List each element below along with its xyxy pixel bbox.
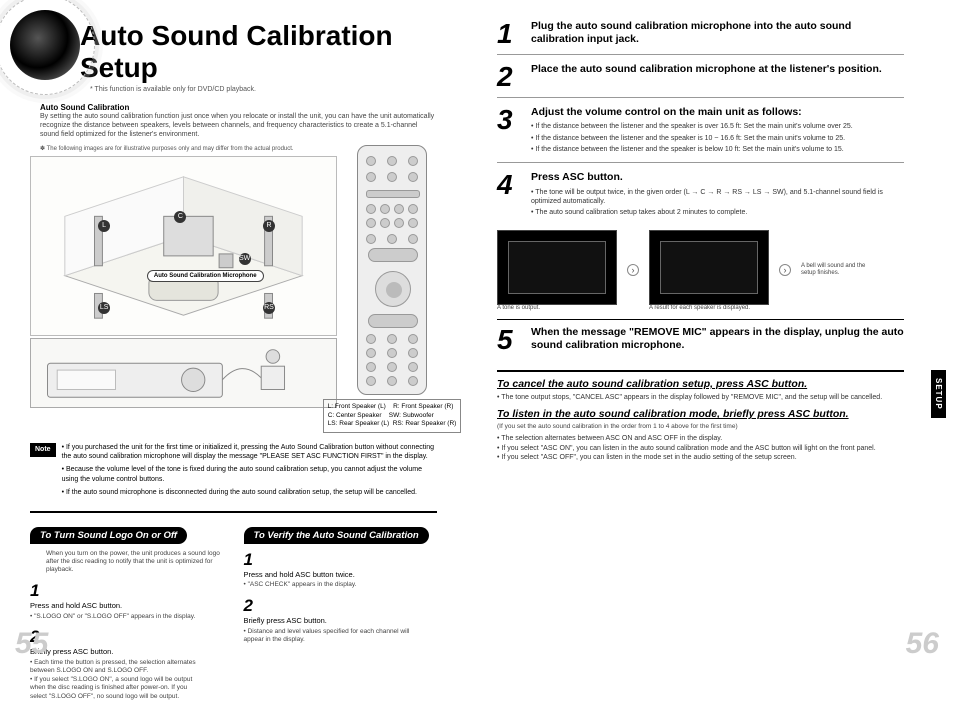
key-ls: LS: Rear Speaker (L) [328,420,389,427]
speaker-key-legend: L: Front Speaker (L) R: Front Speaker (R… [323,399,462,432]
screen-2 [649,230,769,305]
verify-heading: To Verify the Auto Sound Calibration [244,527,429,544]
rstep-5: When the message "REMOVE MIC" appears in… [531,326,904,354]
rstep-2: Place the auto sound calibration microph… [531,63,904,91]
key-l: L: Front Speaker (L) [328,403,386,410]
slogo-step2: Briefly press ASC button. [30,647,204,657]
verify-step2: Briefly press ASC button. [244,616,418,626]
left-page: Auto Sound Calibration Setup * This func… [0,0,467,666]
listen-heading: To listen in the auto sound calibration … [497,408,904,420]
speaker-tag-sw: SW [239,253,251,265]
slogo-step1: Press and hold ASC button. [30,601,204,611]
illustrative-note: ✽ The following images are for illustrat… [40,145,337,152]
sound-logo-heading: To Turn Sound Logo On or Off [30,527,187,544]
key-c: C: Center Speaker [328,412,382,419]
speaker-tag-c: C [174,211,186,223]
rstep-5-num: 5 [497,326,523,354]
arrow-right-icon-2: › [779,264,791,276]
component-diagram [30,338,337,408]
rstep-3-num: 3 [497,106,523,156]
slogo-step2-sub1: • Each time the button is pressed, the s… [30,659,204,676]
speaker-tag-r: R [263,220,275,232]
asc-heading: Auto Sound Calibration [40,103,437,112]
remote-control-illustration [357,145,427,395]
verify-step1-sub: • "ASC CHECK" appears in the display. [244,581,418,589]
screen-1-caption: A tone is output. [497,305,617,311]
verify-step-1-num: 1 [244,550,260,570]
rstep-4-title: Press ASC button. [531,171,904,184]
rstep-1-num: 1 [497,20,523,48]
speaker-decoration [10,10,80,80]
rstep-3-b1: • If the distance between the listener a… [531,122,904,131]
page-number-right: 56 [906,627,939,661]
page-number-left: 55 [15,627,48,661]
listen-subnote: (If you set the auto sound calibration i… [497,423,904,430]
rstep-4-b2: • The auto sound calibration setup takes… [531,208,904,217]
note-1: • If you purchased the unit for the firs… [62,443,437,463]
slogo-step2-sub2: • If you select "S.LOGO ON", a sound log… [30,676,204,701]
section-tab: SETUP [931,370,946,418]
screen-2-caption: A result for each speaker is displayed. [649,305,769,311]
sound-logo-intro: When you turn on the power, the unit pro… [30,550,224,575]
screen-1 [497,230,617,305]
rstep-3-b2: • If the distance between the listener a… [531,134,904,143]
unit-illustration [31,339,336,407]
rstep-4-b1: • The tone will be output twice, in the … [531,188,904,207]
step-1-num: 1 [30,581,46,601]
page-subtitle: * This function is available only for DV… [90,86,437,93]
mic-label-callout: Auto Sound Calibration Microphone [147,270,264,282]
speaker-tag-ls: LS [98,302,110,314]
room-diagram: L R C SW LS RS Auto Sound Calibration Mi… [30,156,337,336]
slogo-step1-sub: • "S.LOGO ON" or "S.LOGO OFF" appears in… [30,613,204,621]
listen-b2: • If you select "ASC ON", you can listen… [497,444,904,453]
key-r: R: Front Speaker (R) [393,403,453,410]
rstep-1: Plug the auto sound calibration micropho… [531,20,904,48]
rstep-4-num: 4 [497,171,523,219]
verify-step-2-num: 2 [244,596,260,616]
divider [497,370,904,372]
rstep-2-num: 2 [497,63,523,91]
speaker-tag-rs: RS [263,302,275,314]
screen-previews: A tone is output. › A result for each sp… [497,230,904,311]
key-rs: RS: Rear Speaker (R) [393,420,457,427]
note-badge: Note [30,443,56,457]
note-bullets: • If you purchased the unit for the firs… [62,443,437,501]
key-sw: SW: Subwoofer [389,412,434,419]
arrow-right-icon: › [627,264,639,276]
divider [30,511,437,513]
cancel-heading: To cancel the auto sound calibration set… [497,378,904,390]
verify-step2-sub: • Distance and level values specified fo… [244,628,418,645]
room-illustration [31,157,336,335]
listen-b1: • The selection alternates between ASC O… [497,434,904,443]
verify-step1: Press and hold ASC button twice. [244,570,418,580]
asc-description: By setting the auto sound calibration fu… [40,112,437,139]
right-page: 1 Plug the auto sound calibration microp… [467,0,954,666]
speaker-tag-l: L [98,220,110,232]
rstep-3-title: Adjust the volume control on the main un… [531,106,904,119]
cancel-note: • The tone output stops, "CANCEL ASC" ap… [497,393,904,402]
bell-note: A bell will sound and the setup finishes… [801,263,871,279]
note-3: • If the auto sound microphone is discon… [62,488,437,498]
note-2: • Because the volume level of the tone i… [62,465,437,485]
rstep-3-b3: • If the distance between the listener a… [531,145,904,154]
page-title: Auto Sound Calibration Setup [80,20,437,84]
listen-b3: • If you select "ASC OFF", you can liste… [497,453,904,462]
divider [497,319,904,320]
